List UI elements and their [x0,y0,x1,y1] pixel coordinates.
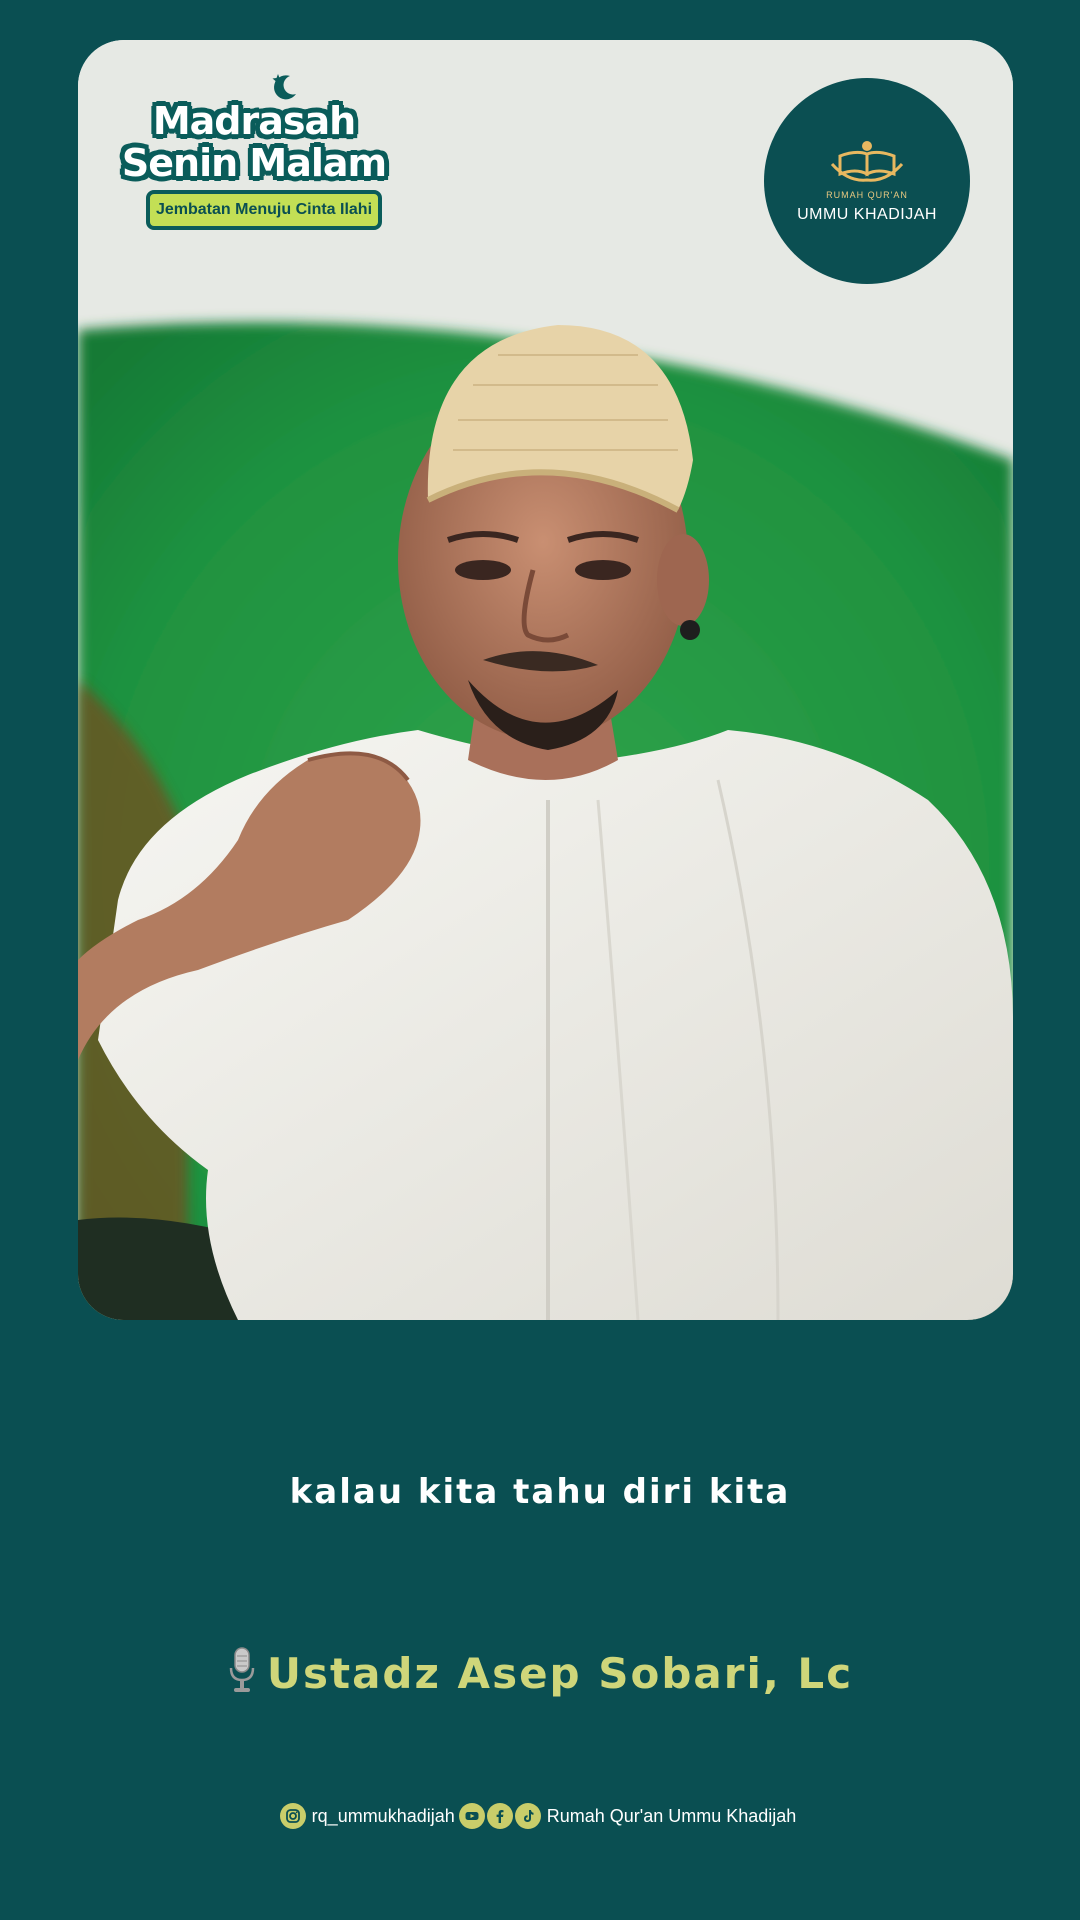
logo-name: UMMU KHADIJAH [797,206,937,223]
program-subtitle: Jembatan Menuju Cinta Ilahi [146,190,382,230]
video-frame: Madrasah Senin Malam Jembatan Menuju Cin… [78,40,1013,1320]
tiktok-icon[interactable] [514,1803,541,1829]
video-caption: kalau kita tahu diri kita [289,1472,791,1512]
organization-logo: RUMAH QUR'AN UMMU KHADIJAH [764,78,970,284]
facebook-icon[interactable] [486,1803,513,1829]
instagram-icon[interactable] [279,1803,306,1829]
instagram-handle[interactable]: rq_ummukhadijah [312,1806,455,1826]
speaker-label: Ustadz Asep Sobari, Lc [0,1646,1080,1698]
social-footer: rq_ummukhadijah Rumah Qur'an Ummu Khadij… [0,1802,1080,1832]
program-badge: Madrasah Senin Malam Jembatan Menuju Cin… [116,70,406,240]
channel-name[interactable]: Rumah Qur'an Ummu Khadijah [547,1806,797,1826]
program-title-line2: Senin Malam [121,141,387,185]
program-title-line1: Madrasah [152,99,356,143]
speaker-name: Ustadz Asep Sobari, Lc [266,1649,854,1698]
open-book-icon [830,141,904,182]
microphone-icon [229,1647,255,1692]
program-title: Madrasah Senin Malam [116,100,392,184]
logo-tagline: RUMAH QUR'AN [826,190,908,200]
youtube-icon[interactable] [458,1803,485,1829]
